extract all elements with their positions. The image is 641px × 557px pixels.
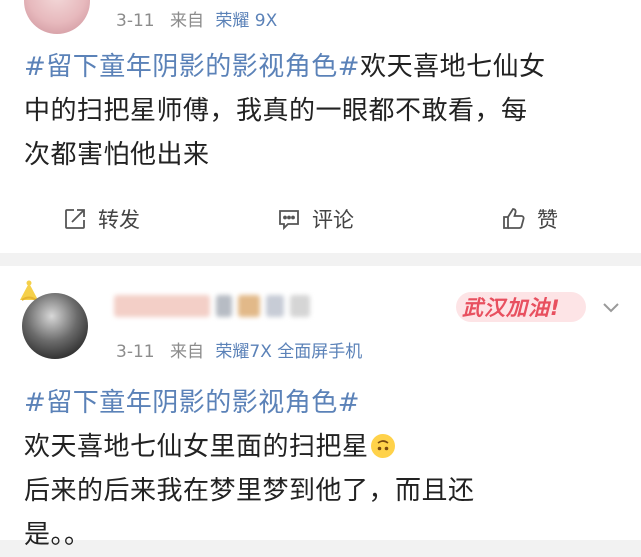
badge-label: 武汉加油!	[462, 296, 561, 320]
like-button[interactable]: 赞	[501, 196, 558, 242]
comment-button[interactable]: 评论	[276, 196, 354, 242]
username-blurred[interactable]	[114, 293, 310, 319]
post-meta: 3-11 来自 荣耀 9X	[116, 6, 277, 31]
comment-icon	[279, 210, 299, 231]
like-label: 赞	[537, 208, 558, 232]
upside-down-face-emoji-icon	[370, 434, 395, 458]
post-text-line: 后来的后来我在梦里梦到他了，而且还	[24, 476, 475, 506]
post-text-line: 次都害怕他出来	[24, 140, 210, 170]
repost-label: 转发	[98, 208, 140, 232]
hashtag-link[interactable]: #留下童年阴影的影视角色#	[24, 381, 624, 425]
post-text-line: 欢天喜地七仙女	[360, 52, 546, 82]
hashtag-link[interactable]: #留下童年阴影的影视角色#	[24, 52, 360, 82]
source-prefix: 来自	[170, 342, 204, 362]
thumbs-up-icon	[503, 208, 525, 229]
avatar[interactable]	[22, 293, 88, 359]
post-time: 3-11	[116, 11, 155, 31]
source-prefix: 来自	[170, 11, 204, 31]
action-bar: 转发 评论 赞	[0, 196, 641, 242]
device-link[interactable]: 荣耀7X 全面屏手机	[215, 342, 362, 362]
device-link[interactable]: 荣耀 9X	[215, 11, 277, 31]
post-body: #留下童年阴影的影视角色# 欢天喜地七仙女里面的扫把星 后来的后来我在梦里梦到他…	[24, 381, 624, 557]
chevron-down-icon[interactable]	[600, 296, 622, 318]
repost-icon	[65, 209, 85, 229]
campaign-badge: 武汉加油!	[456, 290, 586, 324]
post-time: 3-11	[116, 342, 155, 362]
post-text-line: 中的扫把星师傅，我真的一眼都不敢看，每	[24, 96, 528, 126]
post-text-line: 欢天喜地七仙女里面的扫把星	[24, 432, 369, 462]
repost-button[interactable]: 转发	[62, 196, 140, 242]
post-text-line: 是。。	[24, 520, 91, 550]
post-body: #留下童年阴影的影视角色#欢天喜地七仙女 中的扫把星师傅，我真的一眼都不敢看，每…	[24, 45, 624, 177]
post-meta: 3-11 来自 荣耀7X 全面屏手机	[116, 337, 362, 362]
post-card-1: 3-11 来自 荣耀 9X #留下童年阴影的影视角色#欢天喜地七仙女 中的扫把星…	[0, 0, 641, 253]
avatar[interactable]	[24, 0, 90, 34]
comment-label: 评论	[312, 208, 354, 232]
